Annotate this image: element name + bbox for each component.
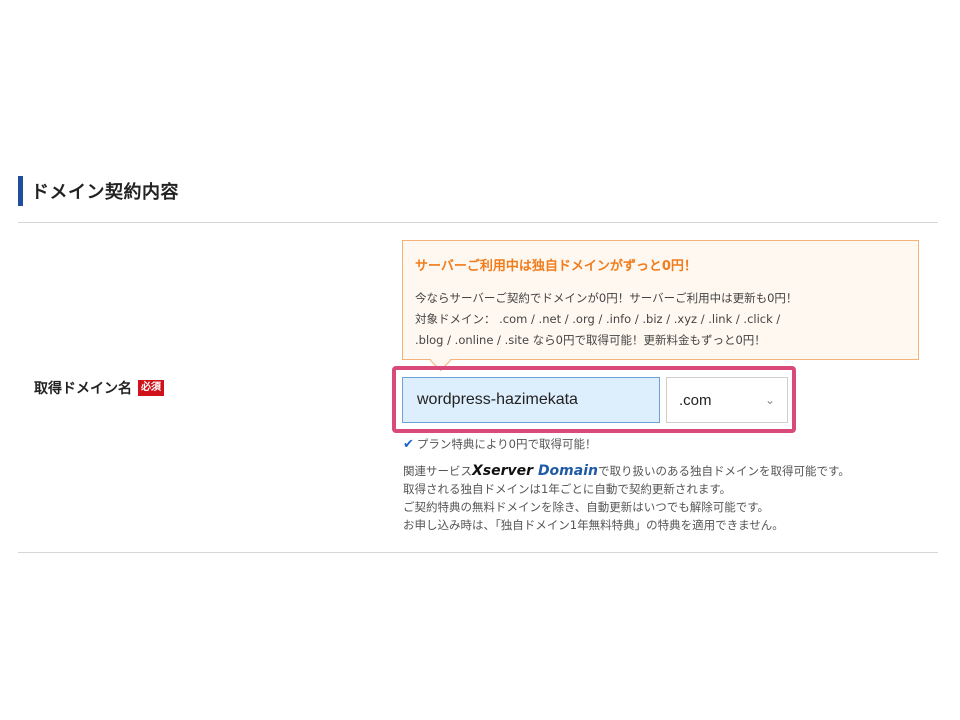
availability-status: ✔ プラン特典により0円で取得可能！ xyxy=(403,436,597,452)
availability-text: プラン特典により0円で取得可能！ xyxy=(416,437,597,451)
promo-title: サーバーご利用中は独自ドメインがずっと0円！ xyxy=(415,259,697,274)
domain-notes: 関連サービスXserver Domainで取り扱いのある独自ドメインを取得可能で… xyxy=(403,462,850,534)
tld-selected-value: .com xyxy=(679,391,712,409)
divider-bottom xyxy=(18,552,938,553)
promo-line: .blog / .online / .site なら0円で取得可能！更新料金もず… xyxy=(415,333,766,347)
domain-field-label: 取得ドメイン名 必須 xyxy=(34,378,164,398)
section-header: ドメイン契約内容 xyxy=(18,176,179,206)
chevron-down-icon: ⌄ xyxy=(764,393,775,407)
note-line: 取得される独自ドメインは1年ごとに自動で契約更新されます。 xyxy=(403,482,732,496)
tld-select[interactable]: .com ⌄ xyxy=(666,377,788,423)
domain-label-text: 取得ドメイン名 xyxy=(34,381,132,397)
check-icon: ✔ xyxy=(403,436,414,452)
promo-line: 今ならサーバーご契約でドメインが0円！サーバーご利用中は更新も0円！ xyxy=(415,291,798,305)
note-line: ご契約特典の無料ドメインを除き、自動更新はいつでも解除可能です。 xyxy=(403,500,770,514)
note-line: 関連サービスXserver Domainで取り扱いのある独自ドメインを取得可能で… xyxy=(403,462,850,480)
note-line: お申し込み時は、「独自ドメイン1年無料特典」の特典を適用できません。 xyxy=(403,518,784,532)
promo-line: 対象ドメイン： .com / .net / .org / .info / .bi… xyxy=(415,312,781,326)
section-title: ドメイン契約内容 xyxy=(31,182,179,203)
note-prefix: 関連サービス xyxy=(403,464,472,478)
divider-top xyxy=(18,222,938,223)
required-badge: 必須 xyxy=(138,380,164,396)
brand-domain: Domain xyxy=(537,463,598,479)
section-accent-bar xyxy=(18,176,23,206)
brand-xserver: Xserver xyxy=(472,463,534,479)
promo-callout: サーバーご利用中は独自ドメインがずっと0円！ 今ならサーバーご契約でドメインが0… xyxy=(402,240,919,372)
xserver-domain-logo: Xserver Domain xyxy=(472,463,598,479)
domain-name-input[interactable] xyxy=(402,377,660,423)
note-suffix: で取り扱いのある独自ドメインを取得可能です。 xyxy=(597,464,850,478)
